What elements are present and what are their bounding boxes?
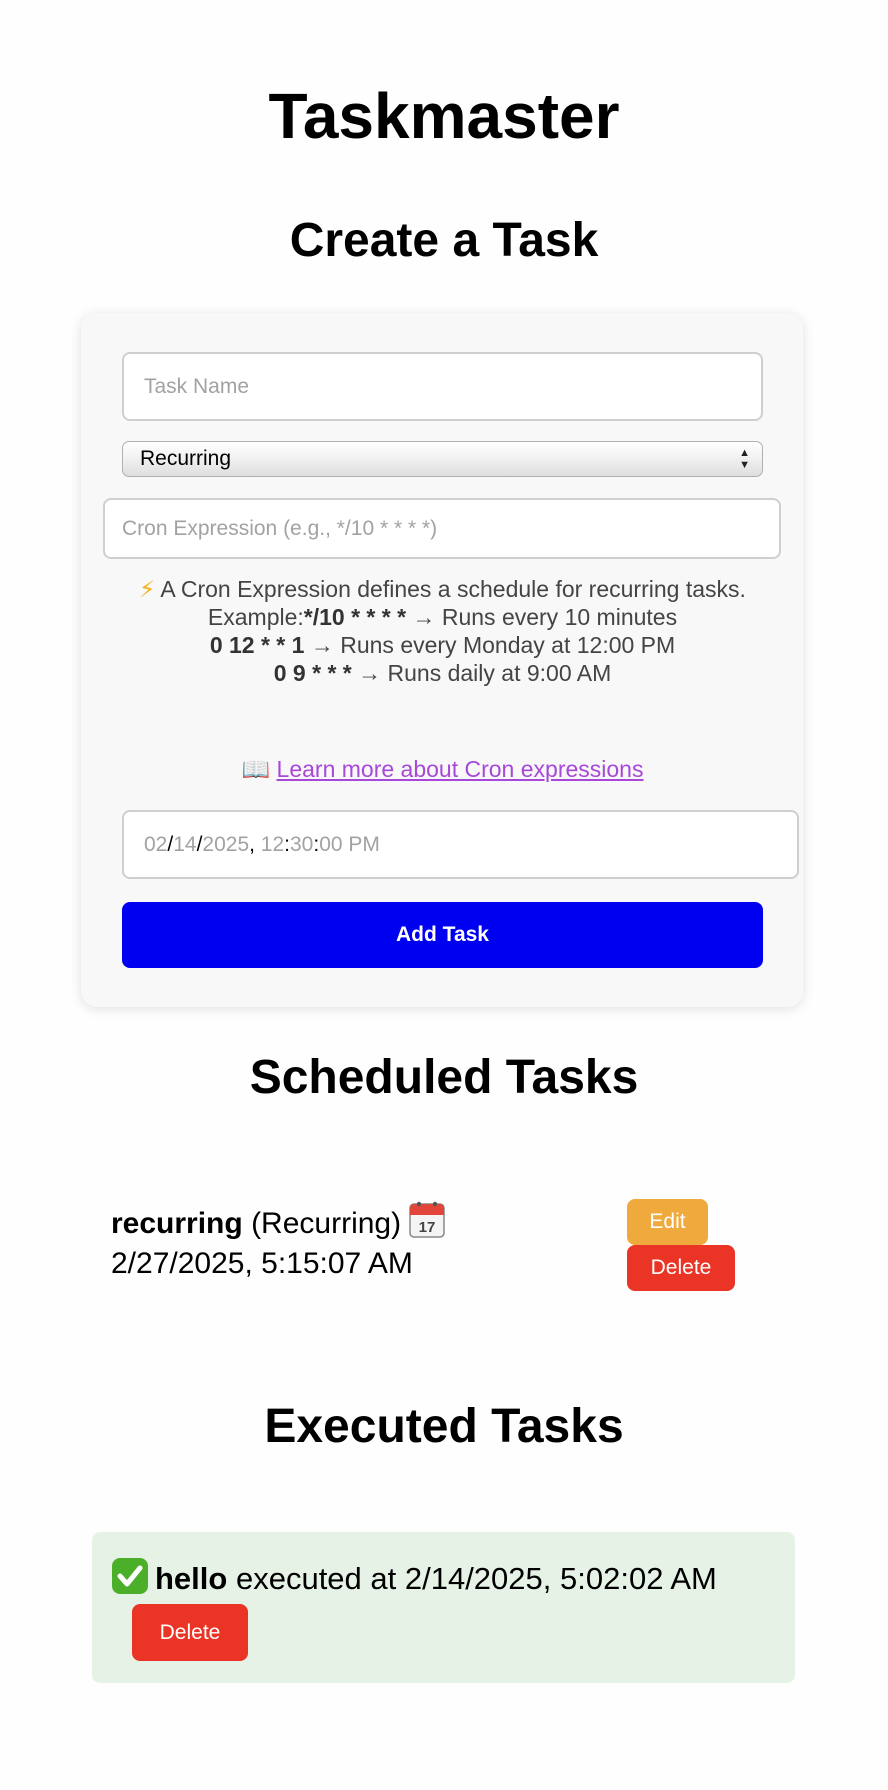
cron-example-3: 0 9 * * * → Runs daily at 9:00 AM bbox=[273, 660, 612, 686]
cron-example-2: 0 12 * * 1 → Runs every Monday at 12:00 … bbox=[209, 632, 676, 658]
time-minute[interactable]: 30 bbox=[290, 833, 313, 857]
learn-more: 📖 Learn more about Cron expressions bbox=[122, 754, 763, 784]
time-hour[interactable]: 12 bbox=[261, 833, 284, 857]
cron-expression-input[interactable]: Cron Expression (e.g., */10 * * * *) bbox=[103, 498, 781, 559]
executed-task-text: executed at 2/14/2025, 5:02:02 AM bbox=[235, 1561, 717, 1596]
scheduled-task-name: recurring bbox=[111, 1207, 243, 1240]
calendar-icon: 17 bbox=[409, 1201, 445, 1238]
cron-help-text: ⚡ A Cron Expression defines a schedule f… bbox=[122, 575, 763, 687]
executed-task-line: hello executed at 2/14/2025, 5:02:02 AM bbox=[111, 1557, 717, 1599]
cron-example-1: Example:*/10 * * * * → Runs every 10 min… bbox=[207, 604, 678, 630]
delete-scheduled-button[interactable]: Delete bbox=[627, 1245, 735, 1291]
datetime-input[interactable]: 02/14/2025, 12:30:00 PM bbox=[122, 810, 799, 879]
app-title: Taskmaster bbox=[268, 80, 620, 152]
scheduled-task-time: 2/27/2025, 5:15:07 AM bbox=[111, 1247, 413, 1280]
executed-task-name: hello bbox=[155, 1561, 228, 1596]
task-name-input[interactable]: Task Name bbox=[122, 352, 763, 421]
learn-more-link[interactable]: Learn more about Cron expressions bbox=[277, 756, 644, 782]
scheduled-tasks-heading: Scheduled Tasks bbox=[249, 1051, 639, 1104]
select-arrows-icon: ▲ ▼ bbox=[739, 447, 750, 471]
create-task-heading: Create a Task bbox=[289, 214, 599, 267]
date-month[interactable]: 02 bbox=[144, 833, 167, 857]
cron-help-intro: A Cron Expression defines a schedule for… bbox=[160, 576, 746, 602]
delete-executed-button[interactable]: Delete bbox=[132, 1604, 248, 1661]
task-type-value: Recurring bbox=[140, 447, 232, 470]
task-type-select[interactable]: Recurring ▲ ▼ bbox=[122, 441, 763, 477]
check-mark-icon bbox=[112, 1558, 148, 1594]
edit-button[interactable]: Edit bbox=[627, 1199, 708, 1245]
scheduled-task-item: recurring (Recurring) 17 2/27/2025, 5:15… bbox=[111, 1199, 531, 1284]
add-task-button[interactable]: Add Task bbox=[122, 902, 763, 968]
executed-tasks-heading: Executed Tasks bbox=[264, 1400, 624, 1453]
svg-text:17: 17 bbox=[419, 1219, 436, 1236]
create-task-form: Task Name Recurring ▲ ▼ Cron Expression (… bbox=[81, 313, 803, 1007]
cron-placeholder: Cron Expression (e.g., */10 * * * *) bbox=[122, 516, 438, 540]
lightning-icon: ⚡ bbox=[139, 576, 156, 602]
time-second[interactable]: 00 bbox=[319, 833, 342, 857]
task-name-placeholder: Task Name bbox=[144, 374, 250, 398]
executed-task-item: hello executed at 2/14/2025, 5:02:02 AM … bbox=[92, 1532, 795, 1683]
page: Taskmaster Create a Task Task Name Recur… bbox=[0, 0, 888, 1790]
date-day[interactable]: 14 bbox=[173, 833, 196, 857]
book-icon: 📖 bbox=[241, 756, 271, 782]
scheduled-task-type: (Recurring) bbox=[251, 1207, 402, 1240]
time-ampm[interactable]: PM bbox=[348, 833, 380, 857]
date-year[interactable]: 2025 bbox=[202, 833, 249, 857]
